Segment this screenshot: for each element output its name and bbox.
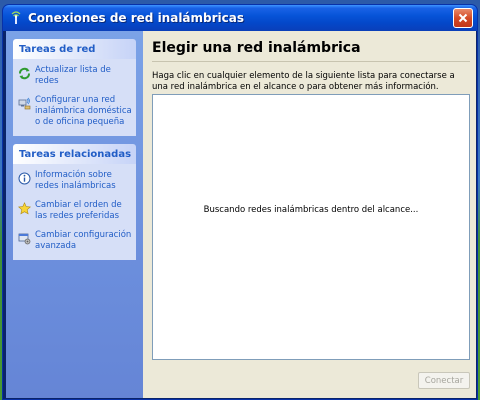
task-setup-wireless-network[interactable]: Configurar una red inalámbrica doméstica… bbox=[17, 95, 132, 128]
network-setup-icon bbox=[17, 96, 31, 110]
title-divider bbox=[152, 61, 470, 62]
task-change-preferred-order[interactable]: Cambiar el orden de las redes preferidas bbox=[17, 200, 132, 222]
related-tasks-header[interactable]: Tareas relacionadas bbox=[13, 144, 136, 164]
instructions-text: Haga clic en cualquier elemento de la si… bbox=[152, 71, 455, 92]
task-label: Configurar una red inalámbrica doméstica… bbox=[35, 95, 132, 127]
wireless-network-icon bbox=[8, 10, 24, 26]
task-label: Información sobre redes inalámbricas bbox=[35, 170, 116, 191]
task-refresh-network-list[interactable]: Actualizar lista de redes bbox=[17, 65, 132, 87]
task-label: Cambiar el orden de las redes preferidas bbox=[35, 200, 122, 221]
info-icon bbox=[17, 171, 31, 185]
window-client-area: Tareas de red Actualizar lista de redes bbox=[6, 31, 476, 398]
network-tasks-header[interactable]: Tareas de red bbox=[13, 39, 136, 59]
title-bar[interactable]: Conexiones de red inalámbricas bbox=[3, 5, 477, 31]
task-label: Actualizar lista de redes bbox=[35, 65, 111, 86]
network-tasks-body: Actualizar lista de redes Configurar una… bbox=[13, 59, 136, 136]
settings-icon bbox=[17, 231, 31, 245]
window-title: Conexiones de red inalámbricas bbox=[28, 11, 245, 25]
network-list[interactable]: Buscando redes inalámbricas dentro del a… bbox=[152, 94, 470, 360]
main-panel: Elegir una red inalámbrica Haga clic en … bbox=[143, 31, 476, 398]
task-advanced-settings[interactable]: Cambiar configuración avanzada bbox=[17, 230, 132, 252]
related-tasks-group: Tareas relacionadas Información sobre re… bbox=[13, 144, 136, 260]
wireless-connections-window: Conexiones de red inalámbricas Tareas de… bbox=[2, 4, 478, 400]
page-title: Elegir una red inalámbrica bbox=[152, 40, 361, 56]
connect-button[interactable]: Conectar bbox=[418, 372, 470, 389]
related-tasks-body: Información sobre redes inalámbricas Cam… bbox=[13, 164, 136, 260]
refresh-icon bbox=[17, 66, 31, 80]
task-wireless-info[interactable]: Información sobre redes inalámbricas bbox=[17, 170, 132, 192]
star-icon bbox=[17, 201, 31, 215]
close-icon bbox=[458, 13, 468, 23]
network-tasks-group: Tareas de red Actualizar lista de redes bbox=[13, 39, 136, 136]
task-pane: Tareas de red Actualizar lista de redes bbox=[6, 31, 143, 398]
task-label: Cambiar configuración avanzada bbox=[35, 230, 132, 251]
close-button[interactable] bbox=[453, 8, 473, 28]
searching-status: Buscando redes inalámbricas dentro del a… bbox=[203, 205, 419, 215]
